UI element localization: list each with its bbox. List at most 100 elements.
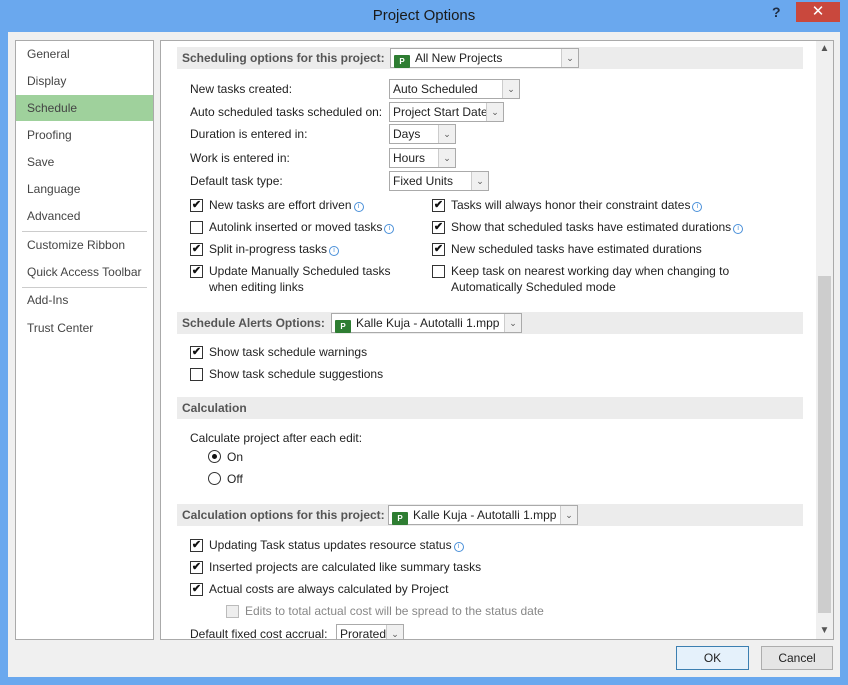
sidebar-item-save[interactable]: Save [16, 149, 153, 175]
scrollbar-thumb[interactable] [818, 276, 831, 613]
update-manual-label-line2: when editing links [209, 280, 304, 294]
task-type-dropdown[interactable]: Fixed Units ⌄ [389, 171, 489, 191]
info-icon[interactable]: i [329, 246, 340, 256]
chevron-down-icon: ⌄ [486, 103, 503, 121]
spread-costs-label: Edits to total actual cost will be sprea… [245, 604, 544, 618]
alerts-project-dropdown[interactable]: P Kalle Kuja - Autotalli 1.mpp ⌄ [331, 313, 522, 333]
checkbox-label: Show that scheduled tasks have estimated… [451, 220, 732, 234]
new-tasks-dropdown[interactable]: Auto Scheduled ⌄ [389, 79, 520, 99]
section-header-calculation: Calculation [177, 397, 803, 419]
inserted-projects-checkbox[interactable]: ✔ [190, 561, 203, 574]
chevron-down-icon: ⌄ [502, 80, 519, 98]
schedule-suggestions-checkbox[interactable] [190, 368, 203, 381]
chevron-down-icon: ⌄ [504, 314, 521, 332]
duration-label: Duration is entered in: [190, 127, 308, 141]
chevron-down-icon: ⌄ [471, 172, 488, 190]
info-icon[interactable]: i [453, 542, 464, 552]
chevron-down-icon: ⌄ [561, 49, 578, 67]
chevron-down-icon: ⌄ [438, 125, 455, 143]
dropdown-value: Days [393, 127, 421, 141]
help-button[interactable]: ? [772, 4, 781, 20]
actual-costs-label: Actual costs are always calculated by Pr… [209, 582, 449, 596]
keep-working-day-label-line2: Automatically Scheduled mode [451, 280, 616, 294]
project-file-icon: P [394, 55, 410, 68]
fixed-cost-accrual-label: Default fixed cost accrual: [190, 627, 328, 640]
info-icon[interactable]: i [384, 224, 395, 234]
sidebar: General Display Schedule Proofing Save L… [15, 40, 154, 640]
calc-on-radio[interactable] [208, 450, 221, 463]
scroll-up-icon[interactable]: ▲ [816, 43, 833, 54]
honor-constraints-checkbox[interactable]: ✔ [432, 199, 445, 212]
chevron-down-icon: ⌄ [560, 506, 577, 524]
sidebar-item-trust-center[interactable]: Trust Center [16, 315, 153, 341]
task-status-label: Updating Task status updates resource st… [209, 537, 464, 553]
auto-scheduled-on-dropdown[interactable]: Project Start Date ⌄ [389, 102, 504, 122]
new-estimated-label: New scheduled tasks have estimated durat… [451, 242, 702, 256]
checkbox-label: Split in-progress tasks [209, 242, 328, 256]
ok-button[interactable]: OK [676, 646, 749, 670]
autolink-checkbox[interactable] [190, 221, 203, 234]
checkbox-label: New tasks are effort driven [209, 198, 352, 212]
fixed-cost-accrual-dropdown[interactable]: Prorated ⌄ [336, 624, 404, 640]
show-estimated-label: Show that scheduled tasks have estimated… [451, 219, 744, 235]
chevron-down-icon: ⌄ [438, 149, 455, 167]
split-in-progress-label: Split in-progress tasks i [209, 241, 340, 257]
sidebar-item-add-ins[interactable]: Add-Ins [16, 287, 153, 313]
sidebar-item-language[interactable]: Language [16, 176, 153, 202]
chevron-down-icon: ⌄ [386, 625, 403, 639]
info-icon[interactable]: i [692, 202, 703, 212]
cancel-button[interactable]: Cancel [761, 646, 833, 670]
project-file-icon: P [392, 512, 408, 525]
scheduling-project-dropdown[interactable]: P All New Projects ⌄ [390, 48, 579, 68]
checkbox-label: Updating Task status updates resource st… [209, 538, 452, 552]
schedule-warnings-label: Show task schedule warnings [209, 345, 368, 359]
calc-on-label: On [227, 450, 244, 464]
dropdown-value: Kalle Kuja - Autotalli 1.mpp [356, 316, 500, 330]
sidebar-item-advanced[interactable]: Advanced [16, 203, 153, 229]
effort-driven-checkbox[interactable]: ✔ [190, 199, 203, 212]
update-manual-checkbox[interactable]: ✔ [190, 265, 203, 278]
inserted-projects-label: Inserted projects are calculated like su… [209, 560, 482, 574]
honor-constraints-label: Tasks will always honor their constraint… [451, 197, 703, 213]
info-icon[interactable]: i [353, 202, 364, 212]
new-tasks-label: New tasks created: [190, 82, 293, 96]
split-in-progress-checkbox[interactable]: ✔ [190, 243, 203, 256]
scroll-down-icon[interactable]: ▼ [816, 625, 833, 636]
dropdown-value: Hours [393, 151, 426, 165]
work-label: Work is entered in: [190, 151, 290, 165]
dropdown-value: Fixed Units [393, 174, 454, 188]
autolink-label: Autolink inserted or moved tasks i [209, 219, 395, 235]
checkbox-label: Tasks will always honor their constraint… [451, 198, 691, 212]
sidebar-item-proofing[interactable]: Proofing [16, 122, 153, 148]
sidebar-item-display[interactable]: Display [16, 68, 153, 94]
dropdown-value: Auto Scheduled [393, 82, 478, 96]
task-status-checkbox[interactable]: ✔ [190, 539, 203, 552]
sidebar-item-quick-access-toolbar[interactable]: Quick Access Toolbar [16, 259, 153, 285]
dropdown-value: Prorated [340, 627, 387, 640]
effort-driven-label: New tasks are effort driven i [209, 197, 364, 213]
spread-costs-checkbox [226, 605, 239, 618]
sidebar-item-schedule[interactable]: Schedule [16, 95, 153, 121]
keep-working-day-label: Keep task on nearest working day when ch… [451, 264, 730, 278]
task-type-label: Default task type: [190, 174, 283, 188]
calc-off-radio[interactable] [208, 472, 221, 485]
project-file-icon: P [335, 320, 351, 333]
duration-dropdown[interactable]: Days ⌄ [389, 124, 456, 144]
show-estimated-checkbox[interactable]: ✔ [432, 221, 445, 234]
calculate-after-edit-label: Calculate project after each edit: [190, 431, 363, 445]
work-dropdown[interactable]: Hours ⌄ [389, 148, 456, 168]
update-manual-label: Update Manually Scheduled tasks [209, 264, 391, 278]
calc-options-project-dropdown[interactable]: P Kalle Kuja - Autotalli 1.mpp ⌄ [388, 505, 578, 525]
sidebar-item-general[interactable]: General [16, 41, 153, 67]
sidebar-item-customize-ribbon[interactable]: Customize Ribbon [16, 232, 153, 258]
actual-costs-checkbox[interactable]: ✔ [190, 583, 203, 596]
keep-working-day-checkbox[interactable] [432, 265, 445, 278]
options-panel: Scheduling options for this project: P Al… [160, 40, 834, 640]
dropdown-value: All New Projects [415, 51, 503, 65]
checkbox-label: Autolink inserted or moved tasks [209, 220, 383, 234]
info-icon[interactable]: i [733, 224, 744, 234]
new-estimated-checkbox[interactable]: ✔ [432, 243, 445, 256]
schedule-warnings-checkbox[interactable]: ✔ [190, 346, 203, 359]
close-button[interactable]: ✕ [796, 2, 840, 22]
schedule-suggestions-label: Show task schedule suggestions [209, 367, 384, 381]
